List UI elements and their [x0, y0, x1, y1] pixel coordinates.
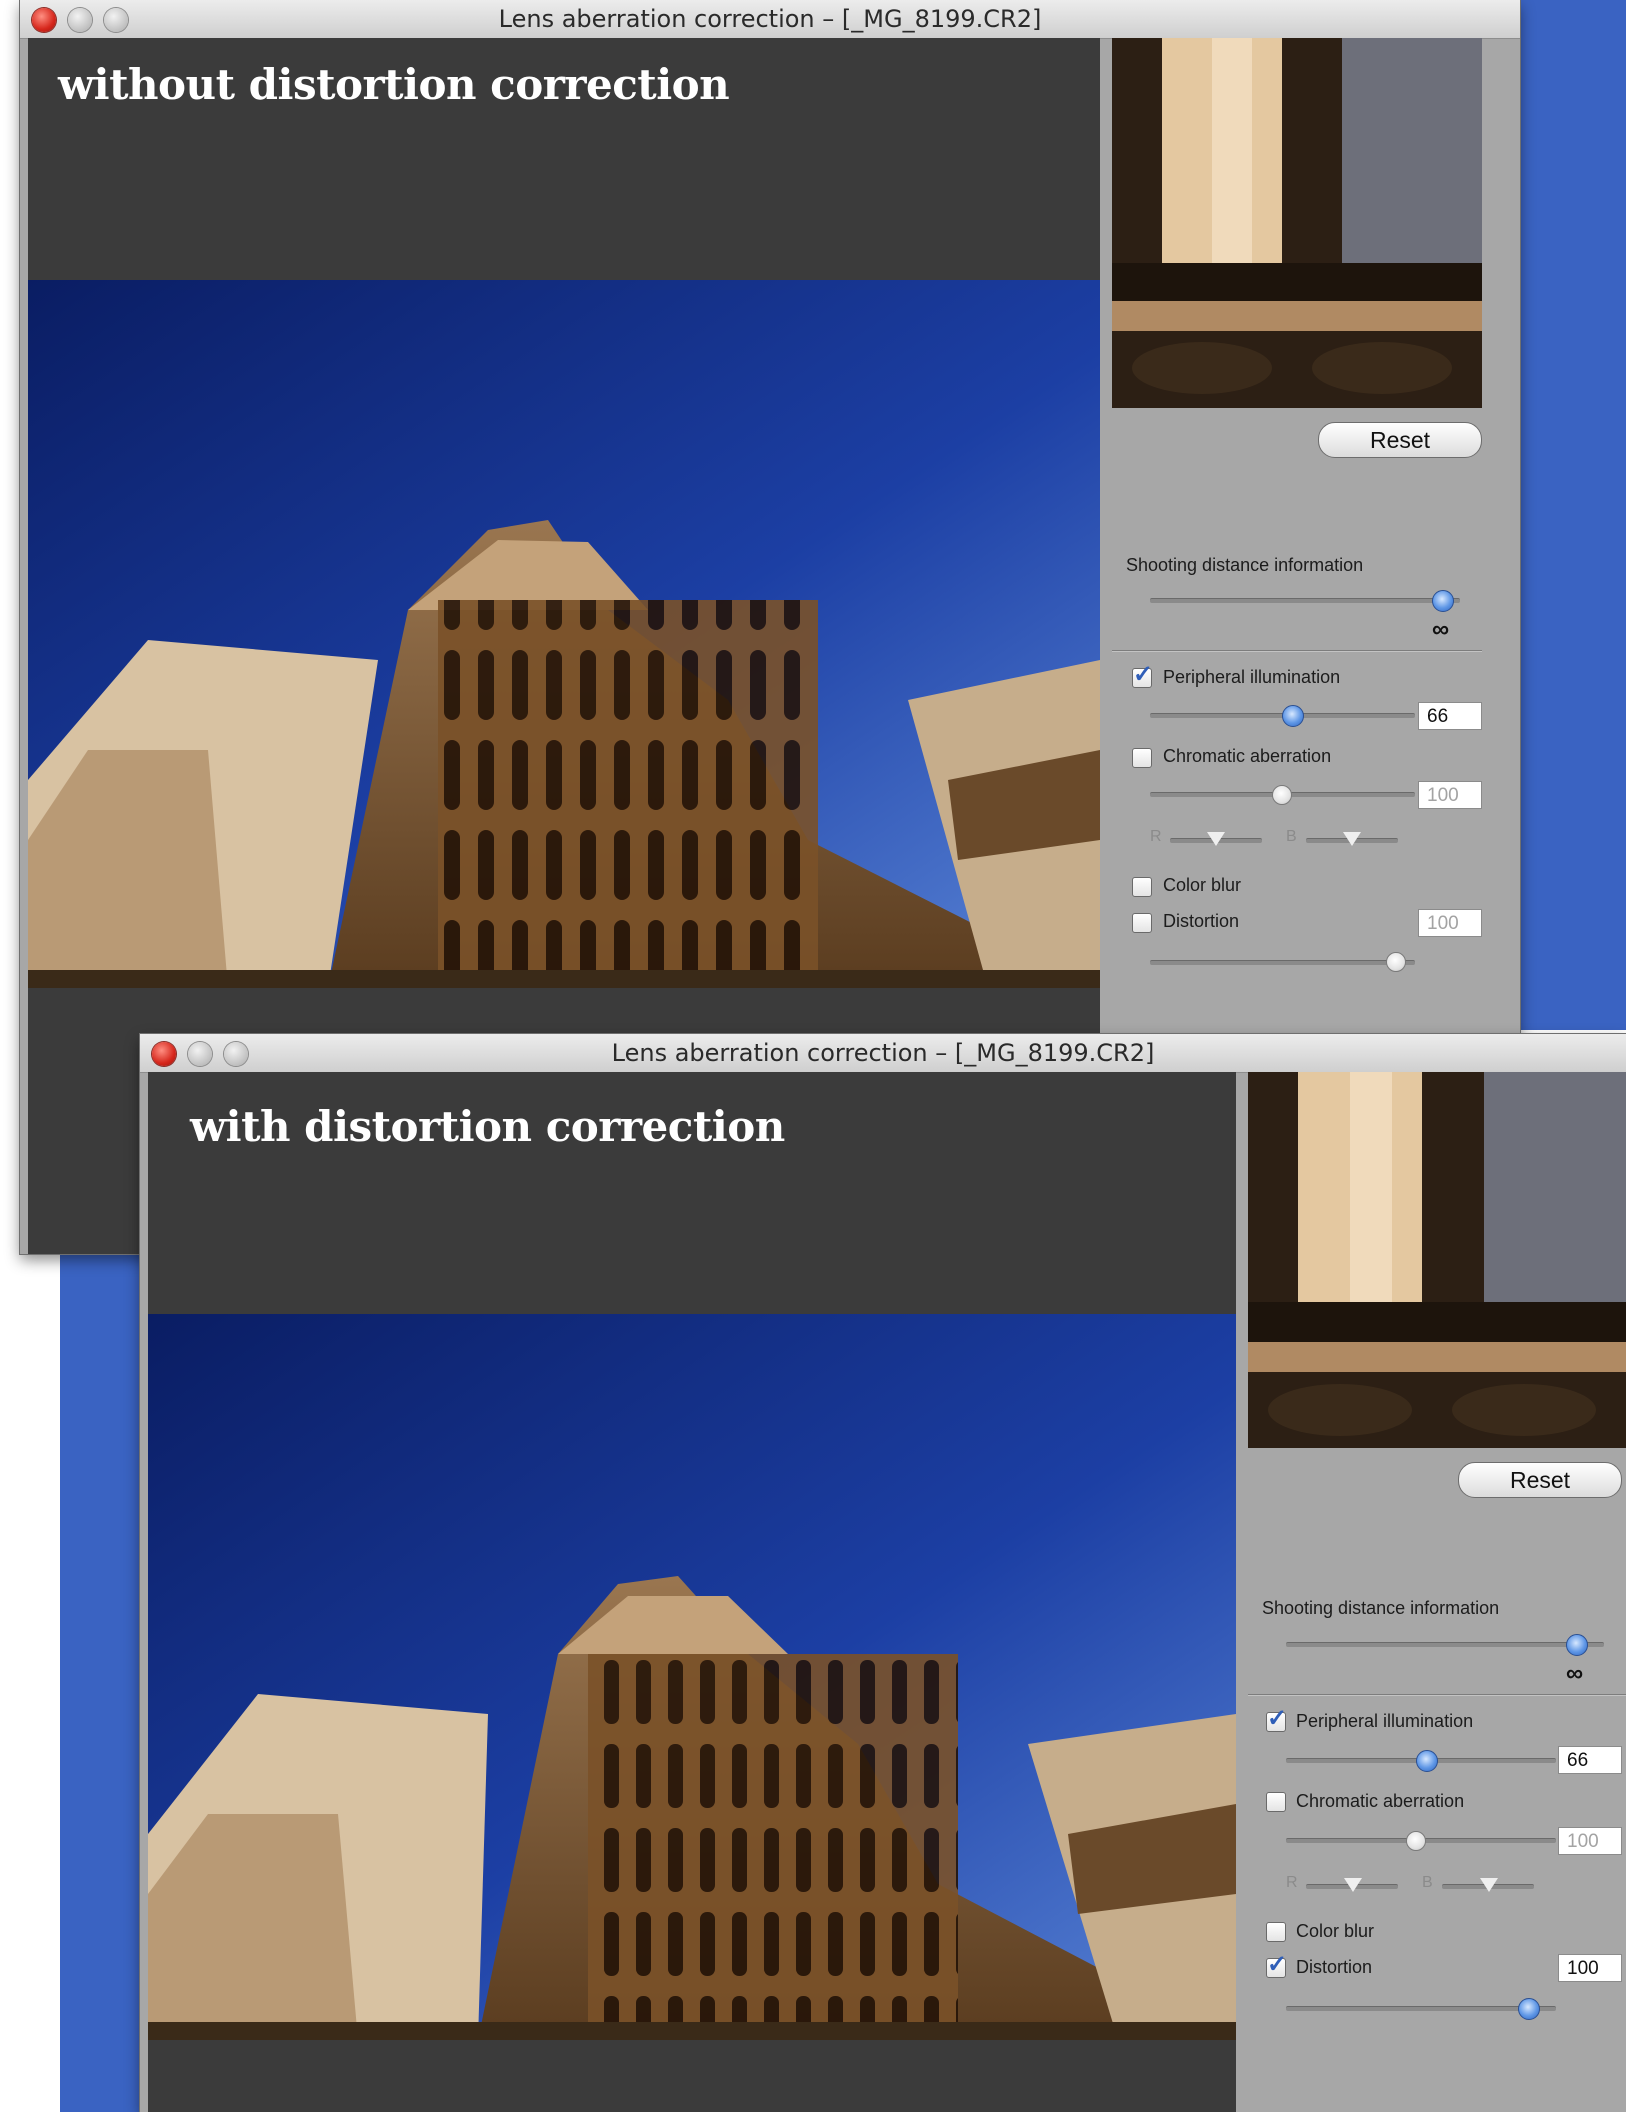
- shooting-distance-thumb[interactable]: [1566, 1634, 1588, 1656]
- color-blur-checkbox[interactable]: [1132, 877, 1152, 897]
- peripheral-illumination-value[interactable]: 66: [1418, 702, 1482, 730]
- window-title: Lens aberration correction – [_MG_8199.C…: [611, 1039, 1155, 1067]
- infinity-icon: ∞: [1432, 616, 1450, 643]
- chromatic-aberration-label: Chromatic aberration: [1296, 1791, 1465, 1811]
- red-channel-label: R: [1150, 828, 1162, 845]
- window-title: Lens aberration correction – [_MG_8199.C…: [498, 5, 1042, 33]
- blue-channel-thumb[interactable]: [1480, 1878, 1498, 1892]
- color-blur-label: Color blur: [1163, 875, 1242, 895]
- distortion-label: Distortion: [1163, 911, 1240, 931]
- chromatic-aberration-label: Chromatic aberration: [1163, 746, 1332, 766]
- distortion-slider[interactable]: [1286, 2006, 1556, 2011]
- building-photo: [28, 280, 1100, 988]
- shooting-distance-label: Shooting distance information: [1126, 555, 1364, 575]
- building-photo: [148, 1314, 1236, 2040]
- overlay-label: without distortion correction: [58, 60, 730, 109]
- close-icon[interactable]: [32, 8, 56, 32]
- checkmark-icon: ✓: [1267, 1951, 1288, 1978]
- peripheral-illumination-thumb[interactable]: [1416, 1750, 1438, 1772]
- checkmark-icon: ✓: [1133, 661, 1154, 688]
- peripheral-illumination-checkbox[interactable]: ✓: [1266, 1707, 1287, 1732]
- desktop-background: [60, 1240, 150, 2112]
- chromatic-aberration-checkbox[interactable]: [1132, 748, 1152, 768]
- chromatic-aberration-value[interactable]: 100: [1418, 781, 1482, 809]
- chromatic-aberration-value[interactable]: 100: [1558, 1827, 1622, 1855]
- peripheral-illumination-label: Peripheral illumination: [1296, 1711, 1474, 1731]
- minimize-icon[interactable]: [188, 1042, 212, 1066]
- peripheral-illumination-value[interactable]: 66: [1558, 1746, 1622, 1774]
- shooting-distance-label: Shooting distance information: [1262, 1598, 1500, 1618]
- reset-button[interactable]: Reset: [1318, 422, 1482, 458]
- lens-correction-window-front: Lens aberration correction – [_MG_8199.C…: [140, 1034, 1626, 2112]
- reset-button[interactable]: Reset: [1458, 1462, 1622, 1498]
- distortion-thumb[interactable]: [1518, 1998, 1540, 2020]
- peripheral-illumination-checkbox[interactable]: ✓: [1132, 663, 1153, 688]
- shooting-distance-thumb[interactable]: [1432, 590, 1454, 612]
- shooting-distance-slider[interactable]: [1150, 598, 1460, 603]
- divider: [1248, 1694, 1626, 1696]
- image-preview[interactable]: with distortion correction: [148, 1072, 1236, 2112]
- blue-channel-thumb[interactable]: [1343, 832, 1361, 846]
- distortion-slider[interactable]: [1150, 960, 1415, 965]
- peripheral-illumination-thumb[interactable]: [1282, 705, 1304, 727]
- infinity-icon: ∞: [1566, 1660, 1584, 1687]
- color-blur-label: Color blur: [1296, 1921, 1375, 1941]
- red-channel-thumb[interactable]: [1344, 1878, 1362, 1892]
- divider: [1112, 650, 1482, 652]
- red-channel-label: R: [1286, 1874, 1298, 1891]
- minimize-icon[interactable]: [68, 8, 92, 32]
- detail-loupe[interactable]: [1248, 1072, 1626, 1448]
- distortion-checkbox[interactable]: [1132, 913, 1152, 933]
- chromatic-aberration-thumb[interactable]: [1272, 785, 1292, 805]
- close-icon[interactable]: [152, 1042, 176, 1066]
- desktop-background: [1520, 0, 1626, 1030]
- blue-channel-label: B: [1286, 828, 1297, 845]
- checkmark-icon: ✓: [1267, 1705, 1288, 1732]
- distortion-thumb[interactable]: [1386, 952, 1406, 972]
- blue-channel-label: B: [1422, 1874, 1433, 1891]
- red-channel-thumb[interactable]: [1207, 832, 1225, 846]
- color-blur-checkbox[interactable]: [1266, 1922, 1286, 1942]
- shooting-distance-slider[interactable]: [1286, 1642, 1604, 1647]
- zoom-icon[interactable]: [224, 1042, 248, 1066]
- chromatic-aberration-thumb[interactable]: [1406, 1831, 1426, 1851]
- chromatic-aberration-checkbox[interactable]: [1266, 1792, 1286, 1812]
- distortion-checkbox[interactable]: ✓: [1266, 1953, 1287, 1978]
- peripheral-illumination-label: Peripheral illumination: [1163, 667, 1341, 687]
- distortion-label: Distortion: [1296, 1957, 1373, 1977]
- overlay-label: with distortion correction: [190, 1102, 785, 1151]
- detail-loupe[interactable]: [1112, 38, 1482, 408]
- titlebar[interactable]: Lens aberration correction – [_MG_8199.C…: [140, 1034, 1626, 1073]
- titlebar[interactable]: Lens aberration correction – [_MG_8199.C…: [20, 0, 1520, 39]
- zoom-icon[interactable]: [104, 8, 128, 32]
- distortion-value[interactable]: 100: [1418, 909, 1482, 937]
- distortion-value[interactable]: 100: [1558, 1954, 1622, 1982]
